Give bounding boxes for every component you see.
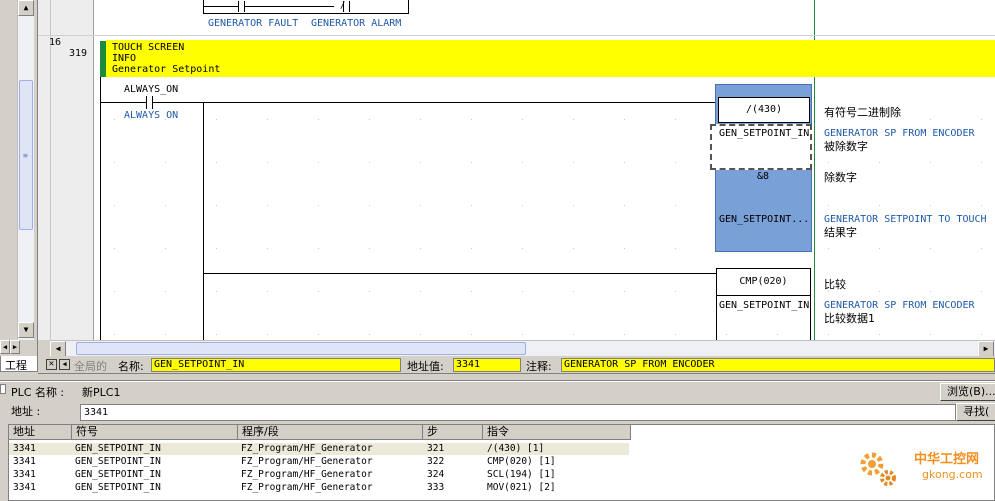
div-operand1: GEN_SETPOINT_IN	[719, 128, 810, 139]
xref-result-table[interactable]: 地址 符号 程序/段 步 指令 3341 GEN_SETPOINT_IN FZ_…	[8, 424, 995, 501]
cmp-mnemonic[interactable]: CMP(020)	[716, 268, 811, 296]
col-header-symbol[interactable]: 符号	[72, 425, 238, 440]
scroll-right-icon[interactable]: ▶	[978, 341, 994, 357]
gear-icon	[860, 452, 896, 486]
watermark-logo: 中华工控网 gkong.com	[858, 444, 995, 494]
plc-name-value: 新PLC1	[82, 386, 121, 399]
tab-next-icon[interactable]: ▶	[10, 340, 20, 354]
pane-close-icon[interactable]	[0, 384, 6, 394]
table-row[interactable]: 3341 GEN_SETPOINT_IN FZ_Program/HF_Gener…	[9, 482, 629, 494]
tab-project[interactable]: 工程	[0, 356, 38, 372]
cmp-title: 比较	[824, 278, 846, 291]
table-row[interactable]: 3341 GEN_SETPOINT_IN FZ_Program/HF_Gener…	[9, 469, 629, 481]
div-operand2: &8	[757, 171, 770, 182]
tree-scroll-thumb[interactable]: ≡	[19, 80, 33, 230]
address-value-field[interactable]: 3341	[453, 358, 521, 372]
prev-contact2-comment: GENERATOR ALARM	[311, 18, 402, 29]
comment-label: 注释:	[526, 360, 552, 373]
contact-comment: ALWAYS ON	[124, 110, 179, 121]
table-row[interactable]: 3341 GEN_SETPOINT_IN FZ_Program/HF_Gener…	[9, 456, 629, 468]
tree-tab-nav: ◀ ▶	[0, 340, 38, 356]
div-operand1-desc: 被除数字	[824, 140, 868, 153]
div-title: 有符号二进制除	[824, 106, 901, 119]
ladder-editor[interactable]: / GENERATOR FAULT GENERATOR ALARM 16 319…	[38, 0, 995, 340]
comment-field[interactable]: GENERATOR SP FROM ENCODER	[561, 358, 995, 372]
col-header-instruction[interactable]: 指令	[483, 425, 631, 440]
cmp-operand1-desc: 比较数据1	[824, 312, 875, 325]
find-button[interactable]: 寻找(	[956, 403, 995, 421]
tab-prev-icon[interactable]: ◀	[0, 340, 10, 354]
watermark-brand: 中华工控网	[914, 452, 980, 467]
close-icon[interactable]: ✕	[46, 359, 57, 370]
scroll-down-icon[interactable]: ▼	[18, 322, 34, 338]
col-header-address[interactable]: 地址	[9, 425, 72, 440]
xref-address-input[interactable]: 3341	[80, 404, 956, 421]
div-operand3-desc: 结果字	[824, 226, 857, 239]
prev-contact1-comment: GENERATOR FAULT	[208, 18, 299, 29]
xref-address-label: 地址 :	[11, 405, 41, 418]
name-label: 名称:	[118, 360, 144, 373]
collapse-icon[interactable]: ◀	[59, 359, 70, 370]
plc-name-label: PLC 名称 :	[11, 386, 65, 399]
contact-always-on[interactable]	[146, 96, 147, 109]
div-mnemonic: /(430)	[718, 97, 810, 123]
address-value-label: 地址值:	[407, 360, 444, 373]
watermark-domain: gkong.com	[922, 468, 983, 481]
scroll-up-icon[interactable]: ▲	[18, 0, 34, 16]
nc-contact-slash-icon: /	[340, 1, 346, 11]
browse-button[interactable]: 浏览(B)...	[940, 383, 995, 401]
scroll-left-icon[interactable]: ◀	[50, 341, 66, 357]
div-operand3: GEN_SETPOINT...	[719, 214, 810, 225]
contact-label: ALWAYS_ON	[124, 84, 179, 95]
table-row[interactable]: 3341 GEN_SETPOINT_IN FZ_Program/HF_Gener…	[9, 443, 629, 455]
col-header-step[interactable]: 步	[423, 425, 483, 440]
ladder-scroll-thumb[interactable]	[76, 342, 526, 355]
div-operand2-desc: 除数字	[824, 171, 857, 184]
cmp-operand1: GEN_SETPOINT_IN	[719, 300, 810, 311]
rung-number: 16	[49, 37, 62, 48]
step-number: 319	[69, 48, 88, 59]
name-field[interactable]: GEN_SETPOINT_IN	[151, 358, 401, 372]
col-header-program[interactable]: 程序/段	[238, 425, 423, 440]
global-checkbox-label[interactable]: 全局的	[74, 358, 107, 374]
rung-comment[interactable]: TOUCH SCREEN INFO Generator Setpoint	[106, 40, 995, 77]
